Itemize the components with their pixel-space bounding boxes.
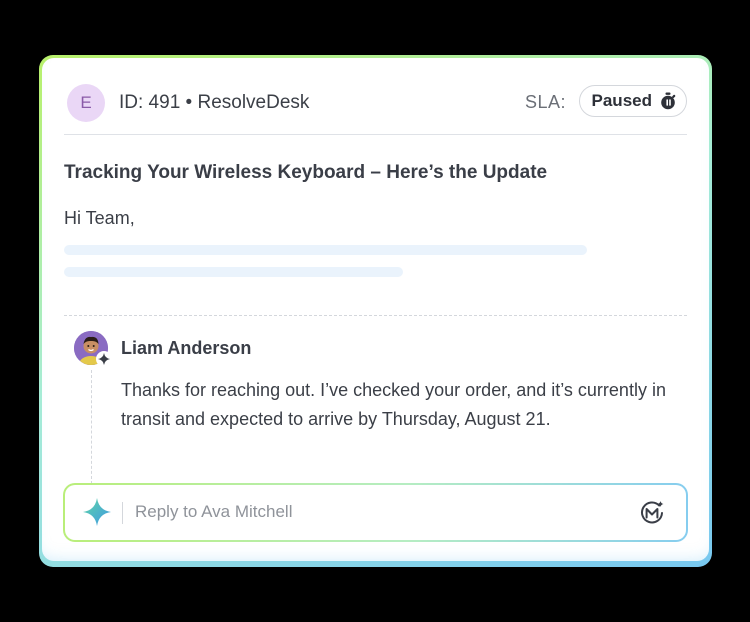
section-divider [64, 315, 687, 316]
ai-assist-icon[interactable] [639, 500, 665, 526]
skeleton-line [64, 267, 403, 277]
reply-separator [122, 502, 123, 524]
ticket-card: E ID: 491 • ResolveDesk SLA: Paused Trac… [42, 58, 709, 561]
ai-badge [96, 351, 112, 367]
reply-box[interactable] [65, 485, 686, 540]
stopwatch-icon [661, 92, 676, 110]
sparkle-badge-icon [98, 353, 110, 365]
sla-status-text: Paused [591, 91, 652, 110]
skeleton-line [64, 245, 587, 255]
thread-connector [91, 370, 92, 484]
email-subject: Tracking Your Wireless Keyboard – Here’s… [64, 162, 548, 183]
sla-label: SLA: [524, 92, 566, 112]
email-greeting: Hi Team, [64, 208, 135, 228]
author-name: Liam Anderson [121, 338, 252, 358]
reply-input[interactable] [135, 495, 615, 529]
reply-body: Thanks for reaching out. I’ve checked yo… [121, 380, 666, 429]
ticket-id: ID: 491 • ResolveDesk [119, 92, 310, 113]
ticket-header: E ID: 491 • ResolveDesk SLA: Paused [64, 82, 687, 135]
avatar: E [67, 84, 105, 122]
sla-status-badge[interactable]: Paused [578, 85, 687, 117]
sparkle-icon [83, 498, 111, 526]
